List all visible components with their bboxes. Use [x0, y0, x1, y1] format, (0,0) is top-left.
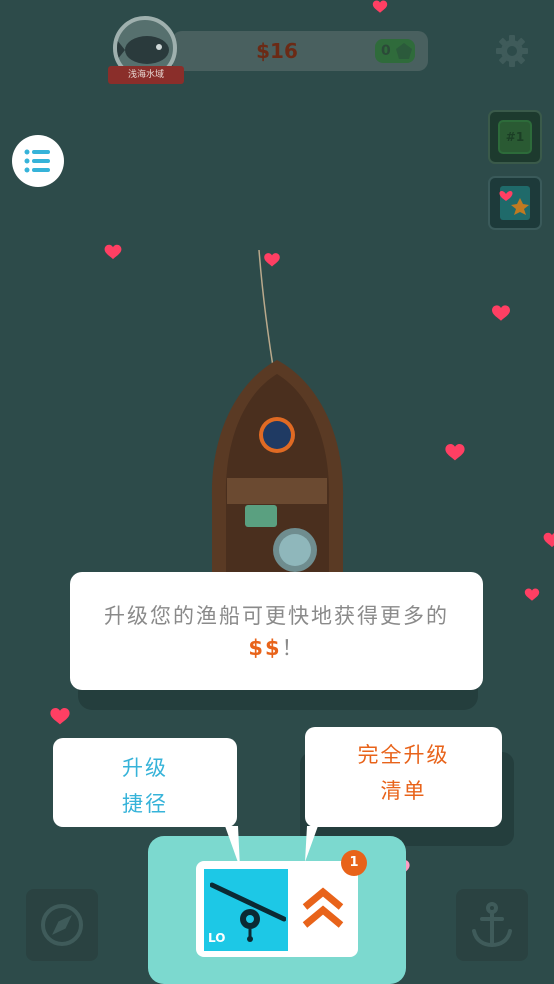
upgrade-card[interactable]: LO	[196, 861, 358, 957]
rod-level: LO	[208, 931, 226, 945]
double-chevron-up-icon[interactable]	[302, 887, 344, 931]
upgrade-shortcut-button[interactable]: LO	[204, 869, 288, 951]
compass-icon	[41, 904, 83, 946]
map-button[interactable]	[26, 889, 98, 961]
anchor-button[interactable]	[456, 889, 528, 961]
notification-count: 1	[349, 855, 359, 870]
anchor-icon	[472, 902, 512, 948]
tip-pointers	[225, 826, 318, 868]
notification-badge: 1	[341, 850, 367, 876]
